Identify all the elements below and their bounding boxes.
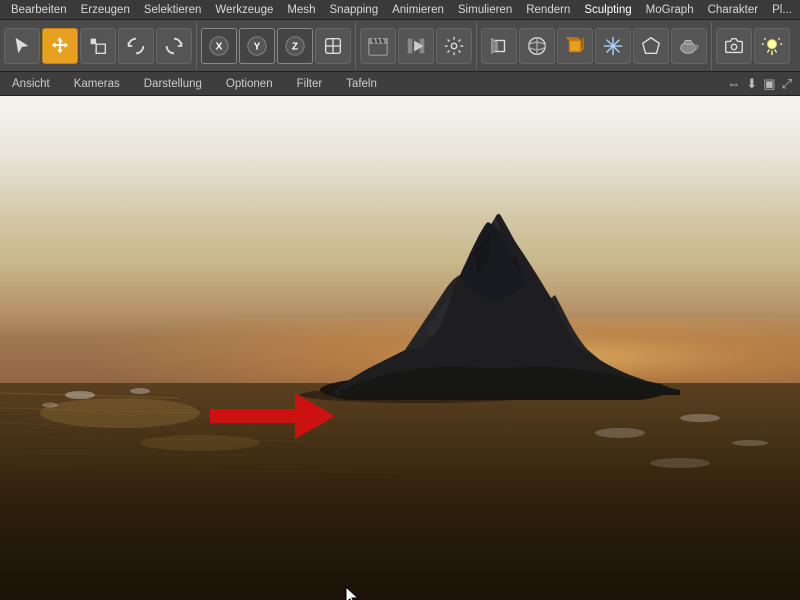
toolbar-group-axis: X Y Z — [201, 22, 356, 70]
tool-settings[interactable] — [436, 28, 472, 64]
toolbar-group-select — [4, 22, 197, 70]
tool-move[interactable] — [42, 28, 78, 64]
menu-mograph[interactable]: MoGraph — [639, 2, 701, 18]
svg-text:X: X — [216, 41, 223, 52]
menu-bearbeiten[interactable]: Bearbeiten — [4, 2, 74, 18]
vp-tab-darstellung[interactable]: Darstellung — [140, 76, 206, 92]
tool-rotate-cw[interactable] — [156, 28, 192, 64]
vp-tab-ansicht[interactable]: Ansicht — [8, 76, 54, 92]
tool-axis-y[interactable]: Y — [239, 28, 275, 64]
tool-polygon[interactable] — [633, 28, 669, 64]
tool-light[interactable] — [754, 28, 790, 64]
svg-text:Z: Z — [292, 41, 298, 52]
tool-scale[interactable] — [80, 28, 116, 64]
menu-snapping[interactable]: Snapping — [323, 2, 386, 18]
menu-rendern[interactable]: Rendern — [519, 2, 577, 18]
menu-plugins[interactable]: Pl... — [765, 2, 799, 18]
viewport-toolbar: Ansicht Kameras Darstellung Optionen Fil… — [0, 72, 800, 96]
toolbar: X Y Z — [0, 20, 800, 72]
ocean — [0, 383, 800, 600]
toolbar-group-view — [481, 22, 712, 70]
vp-tab-filter[interactable]: Filter — [293, 76, 327, 92]
tool-orbit[interactable] — [519, 28, 555, 64]
menu-werkzeuge[interactable]: Werkzeuge — [208, 2, 280, 18]
ocean-texture — [0, 383, 800, 600]
tool-perspective[interactable] — [481, 28, 517, 64]
tool-snowflake[interactable] — [595, 28, 631, 64]
tool-clapper[interactable] — [360, 28, 396, 64]
menu-animieren[interactable]: Animieren — [385, 2, 451, 18]
menu-charakter[interactable]: Charakter — [701, 2, 766, 18]
tool-select-cursor[interactable] — [4, 28, 40, 64]
vp-tab-tafeln[interactable]: Tafeln — [342, 76, 381, 92]
menu-erzeugen[interactable]: Erzeugen — [74, 2, 137, 18]
vp-icon-arrows[interactable]: ⇔ — [727, 76, 740, 91]
tool-cube-view[interactable] — [557, 28, 593, 64]
toolbar-group-render — [360, 22, 477, 70]
vp-tab-kameras[interactable]: Kameras — [70, 76, 124, 92]
svg-text:Y: Y — [254, 41, 261, 52]
menu-simulieren[interactable]: Simulieren — [451, 2, 519, 18]
tool-camera[interactable] — [716, 28, 752, 64]
menubar: Bearbeiten Erzeugen Selektieren Werkzeug… — [0, 0, 800, 20]
tool-teapot[interactable] — [671, 28, 707, 64]
menu-selektieren[interactable]: Selektieren — [137, 2, 209, 18]
vp-icon-down[interactable]: ⬇ — [746, 76, 757, 92]
vp-icon-maximize[interactable]: ⤢ — [782, 76, 792, 92]
vp-right-icons: ⇔ ⬇ ▣ ⤢ — [727, 76, 792, 92]
menu-mesh[interactable]: Mesh — [280, 2, 322, 18]
vp-tab-optionen[interactable]: Optionen — [222, 76, 277, 92]
viewport-3d[interactable] — [0, 96, 800, 600]
tool-axis-z[interactable]: Z — [277, 28, 313, 64]
vp-icon-layout[interactable]: ▣ — [763, 76, 775, 92]
menu-sculpting[interactable]: Sculpting — [577, 2, 638, 18]
island-mountain — [305, 180, 685, 403]
red-arrow-indicator — [205, 391, 335, 441]
tool-rotate-ccw[interactable] — [118, 28, 154, 64]
tool-playback[interactable] — [398, 28, 434, 64]
tool-coord-sys[interactable] — [315, 28, 351, 64]
toolbar-group-lights — [716, 22, 794, 70]
tool-axis-x[interactable]: X — [201, 28, 237, 64]
